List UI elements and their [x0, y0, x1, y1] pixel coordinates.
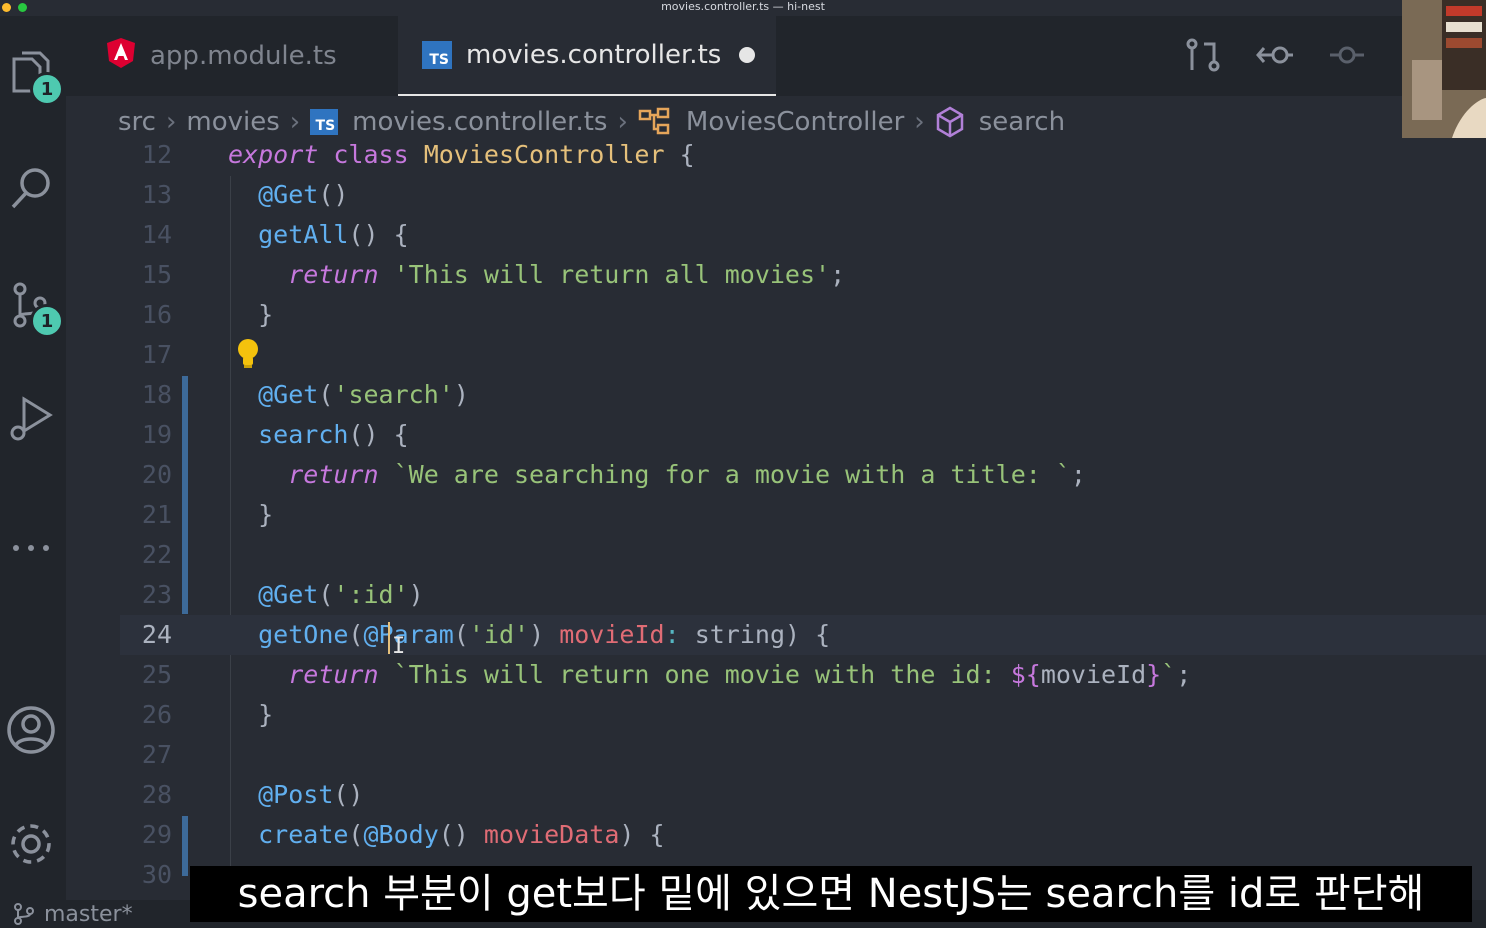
- code-line: 28 @Post(): [141, 780, 364, 809]
- webcam-overlay: [1402, 0, 1486, 138]
- window-title: movies.controller.ts — hi-nest: [661, 0, 825, 13]
- more-icon[interactable]: [5, 522, 57, 574]
- code-line: 18 @Get('search'): [141, 380, 469, 409]
- code-line: 15 return 'This will return all movies';: [141, 260, 846, 289]
- minimize-window-button[interactable]: [2, 3, 11, 12]
- code-line: 29 create(@Body() movieData) {: [141, 820, 665, 849]
- unsaved-changes-dot[interactable]: [739, 47, 756, 63]
- code-line: 25 return `This will return one movie wi…: [141, 660, 1192, 689]
- code-line: 16 }: [141, 300, 274, 329]
- tab-app-module[interactable]: app.module.ts: [106, 16, 396, 96]
- tab-movies-controller[interactable]: TS movies.controller.ts: [398, 16, 776, 96]
- chevron-right-icon: ›: [165, 107, 177, 137]
- search-icon[interactable]: [5, 162, 57, 214]
- next-change-icon[interactable]: [1328, 36, 1366, 74]
- chevron-right-icon: ›: [914, 107, 925, 137]
- typescript-icon: TS: [310, 109, 339, 135]
- code-line: 17: [141, 340, 172, 369]
- chevron-right-icon: ›: [289, 107, 301, 137]
- code-line: 20 return `We are searching for a movie …: [141, 460, 1086, 489]
- chevron-right-icon: ›: [617, 107, 628, 137]
- breadcrumb-item[interactable]: movies: [186, 107, 279, 137]
- typescript-icon: TS: [422, 41, 452, 69]
- class-symbol-icon: [638, 107, 672, 137]
- code-line: 19 search() {: [141, 420, 409, 449]
- maximize-window-button[interactable]: [18, 3, 27, 12]
- previous-change-icon[interactable]: [1256, 36, 1294, 74]
- breadcrumb-item[interactable]: src: [118, 107, 156, 137]
- run-debug-icon[interactable]: [5, 392, 57, 444]
- angular-icon: [106, 37, 136, 76]
- account-icon[interactable]: [5, 704, 57, 756]
- text-cursor: [388, 622, 390, 654]
- code-line: 21 }: [141, 500, 274, 529]
- activity-bar: 1 1: [0, 16, 66, 928]
- git-branch-icon: [14, 903, 34, 925]
- open-changes-icon[interactable]: [1184, 36, 1222, 74]
- method-symbol-icon: [935, 106, 965, 138]
- code-line: 14 getAll() {: [141, 220, 409, 249]
- breadcrumb-item[interactable]: MoviesController: [686, 107, 904, 137]
- branch-name: master*: [44, 901, 133, 927]
- scm-badge: 1: [30, 304, 64, 338]
- code-line: 23 @Get(':id'): [141, 580, 424, 609]
- tab-label: app.module.ts: [150, 41, 337, 71]
- breadcrumb-item[interactable]: search: [979, 107, 1065, 137]
- editor-actions: [1184, 36, 1366, 74]
- code-line: 26 }: [141, 700, 274, 729]
- code-line: 27: [141, 740, 172, 769]
- video-subtitle: search 부분이 get보다 밑에 있으면 NestJS는 search를 …: [190, 866, 1472, 922]
- window-titlebar: movies.controller.ts — hi-nest: [0, 0, 1486, 16]
- breadcrumb-item[interactable]: movies.controller.ts: [352, 107, 607, 137]
- code-line: 13 @Get(): [141, 180, 349, 209]
- tab-label: movies.controller.ts: [466, 40, 722, 70]
- code-line: 22: [141, 540, 172, 569]
- mouse-ibeam-cursor: I: [392, 634, 406, 659]
- code-line-current: 24 getOne(@Param('id') movieId: string) …: [120, 615, 1486, 655]
- explorer-badge: 1: [30, 72, 64, 106]
- code-line: 12 export class MoviesController {: [141, 140, 695, 169]
- branch-indicator[interactable]: master*: [12, 902, 133, 927]
- settings-gear-icon[interactable]: [5, 818, 57, 870]
